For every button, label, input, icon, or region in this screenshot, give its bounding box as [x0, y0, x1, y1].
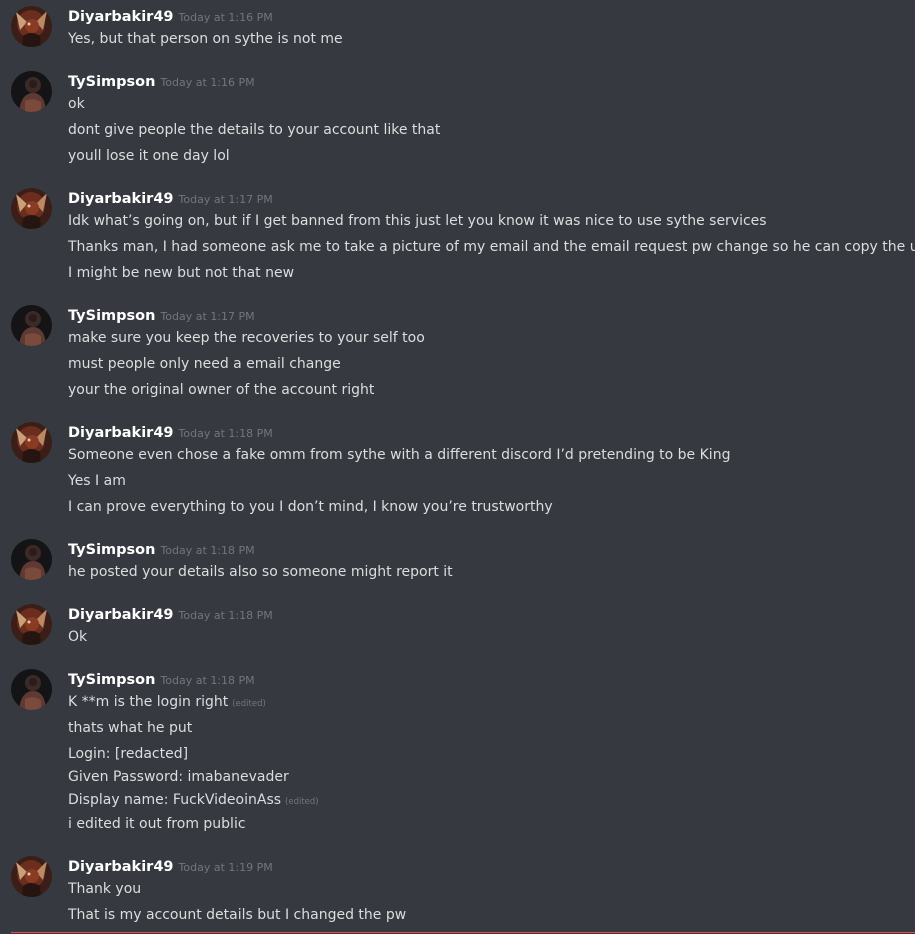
message-timestamp[interactable]: Today at 1:17 PM: [160, 310, 254, 323]
message-header: Diyarbakir49 Today at 1:18 PM: [68, 423, 273, 443]
message-text: Idk what’s going on, but if I get banned…: [68, 213, 767, 229]
avatar-diyarbakir49[interactable]: [11, 604, 52, 645]
avatar-diyarbakir49[interactable]: [11, 856, 52, 897]
message-timestamp[interactable]: Today at 1:18 PM: [179, 427, 273, 440]
message-content: Thanks man, I had someone ask me to take…: [68, 238, 915, 256]
message-text: dont give people the details to your acc…: [68, 122, 441, 138]
message-timestamp[interactable]: Today at 1:16 PM: [160, 76, 254, 89]
message-text: That is my account details but I changed…: [68, 907, 407, 923]
message-text: Display name: FuckVideoinAss: [68, 792, 282, 808]
message-content: Display name: FuckVideoinAss (edited): [68, 791, 319, 811]
message-header: TySimpson Today at 1:16 PM: [68, 72, 255, 92]
message-header: Diyarbakir49 Today at 1:16 PM: [68, 7, 273, 27]
message-content: youll lose it one day lol: [68, 147, 230, 165]
message-content: Given Password: imabanevader: [68, 768, 289, 786]
username[interactable]: Diyarbakir49: [68, 859, 174, 875]
username[interactable]: TySimpson: [68, 542, 155, 558]
message-header: Diyarbakir49 Today at 1:17 PM: [68, 189, 273, 209]
message-content: Thank you: [68, 880, 141, 898]
message-text: K **m is the login right: [68, 694, 229, 710]
message-content: I might be new but not that new: [68, 264, 294, 282]
message-timestamp[interactable]: Today at 1:18 PM: [179, 609, 273, 622]
username[interactable]: TySimpson: [68, 672, 155, 688]
message-content: he posted your details also so someone m…: [68, 563, 453, 581]
chat-messages[interactable]: Diyarbakir49 Today at 1:16 PM Yes, but tha…: [0, 0, 915, 934]
message-content: K **m is the login right (edited): [68, 693, 266, 713]
message-content: Someone even chose a fake omm from sythe…: [68, 446, 730, 464]
username[interactable]: TySimpson: [68, 74, 155, 90]
message-text: Yes, but that person on sythe is not me: [68, 31, 343, 47]
username[interactable]: Diyarbakir49: [68, 607, 174, 623]
message-content: Yes I am: [68, 472, 126, 490]
message-text: ok: [68, 96, 85, 112]
message-text: must people only need a email change: [68, 356, 341, 372]
edited-indicator: (edited): [232, 699, 266, 709]
avatar-diyarbakir49[interactable]: [11, 422, 52, 463]
avatar-tysimpson[interactable]: [11, 71, 52, 112]
message-text: thats what he put: [68, 720, 193, 736]
message-content: i edited it out from public: [68, 815, 246, 833]
avatar-tysimpson[interactable]: [11, 669, 52, 710]
avatar-tysimpson[interactable]: [11, 305, 52, 346]
message-header: Diyarbakir49 Today at 1:18 PM: [68, 605, 273, 625]
username[interactable]: Diyarbakir49: [68, 9, 174, 25]
message-header: TySimpson Today at 1:18 PM: [68, 540, 255, 560]
message-content: Login: [redacted]: [68, 745, 188, 763]
message-text: make sure you keep the recoveries to you…: [68, 330, 425, 346]
message-content: Yes, but that person on sythe is not me: [68, 30, 343, 48]
new-messages-divider: [11, 932, 915, 933]
message-text: Given Password: imabanevader: [68, 769, 289, 785]
message-header: Diyarbakir49 Today at 1:19 PM: [68, 857, 273, 877]
message-text: I can prove everything to you I don’t mi…: [68, 499, 553, 515]
message-timestamp[interactable]: Today at 1:16 PM: [179, 11, 273, 24]
message-text: Thank you: [68, 881, 142, 897]
message-timestamp[interactable]: Today at 1:18 PM: [160, 544, 254, 557]
message-header: TySimpson Today at 1:17 PM: [68, 306, 255, 326]
message-content: That is my account details but I changed…: [68, 906, 406, 924]
message-content: Idk what’s going on, but if I get banned…: [68, 212, 767, 230]
message-text: I might be new but not that new: [68, 265, 295, 281]
message-text: he posted your details also so someone m…: [68, 564, 453, 580]
message-content: dont give people the details to your acc…: [68, 121, 440, 139]
avatar-diyarbakir49[interactable]: [11, 6, 52, 47]
message-text: Yes I am: [68, 473, 126, 489]
message-content: ok: [68, 95, 85, 113]
message-content: Ok: [68, 628, 87, 646]
message-content: make sure you keep the recoveries to you…: [68, 329, 425, 347]
avatar-tysimpson[interactable]: [11, 539, 52, 580]
username[interactable]: Diyarbakir49: [68, 425, 174, 441]
edited-indicator: (edited): [285, 797, 319, 807]
message-content: I can prove everything to you I don’t mi…: [68, 498, 553, 516]
message-content: your the original owner of the account r…: [68, 381, 374, 399]
avatar-diyarbakir49[interactable]: [11, 188, 52, 229]
message-timestamp[interactable]: Today at 1:19 PM: [179, 861, 273, 874]
message-text: Thanks man, I had someone ask me to take…: [68, 239, 915, 255]
message-text: Someone even chose a fake omm from sythe…: [68, 447, 731, 463]
username[interactable]: TySimpson: [68, 308, 155, 324]
message-text: Login: [redacted]: [68, 746, 189, 762]
message-text: i edited it out from public: [68, 816, 246, 832]
username[interactable]: Diyarbakir49: [68, 191, 174, 207]
message-header: TySimpson Today at 1:18 PM: [68, 670, 255, 690]
message-text: Ok: [68, 629, 88, 645]
message-timestamp[interactable]: Today at 1:17 PM: [179, 193, 273, 206]
message-text: your the original owner of the account r…: [68, 382, 375, 398]
message-content: thats what he put: [68, 719, 192, 737]
message-text: youll lose it one day lol: [68, 148, 230, 164]
message-timestamp[interactable]: Today at 1:18 PM: [160, 674, 254, 687]
message-content: must people only need a email change: [68, 355, 341, 373]
